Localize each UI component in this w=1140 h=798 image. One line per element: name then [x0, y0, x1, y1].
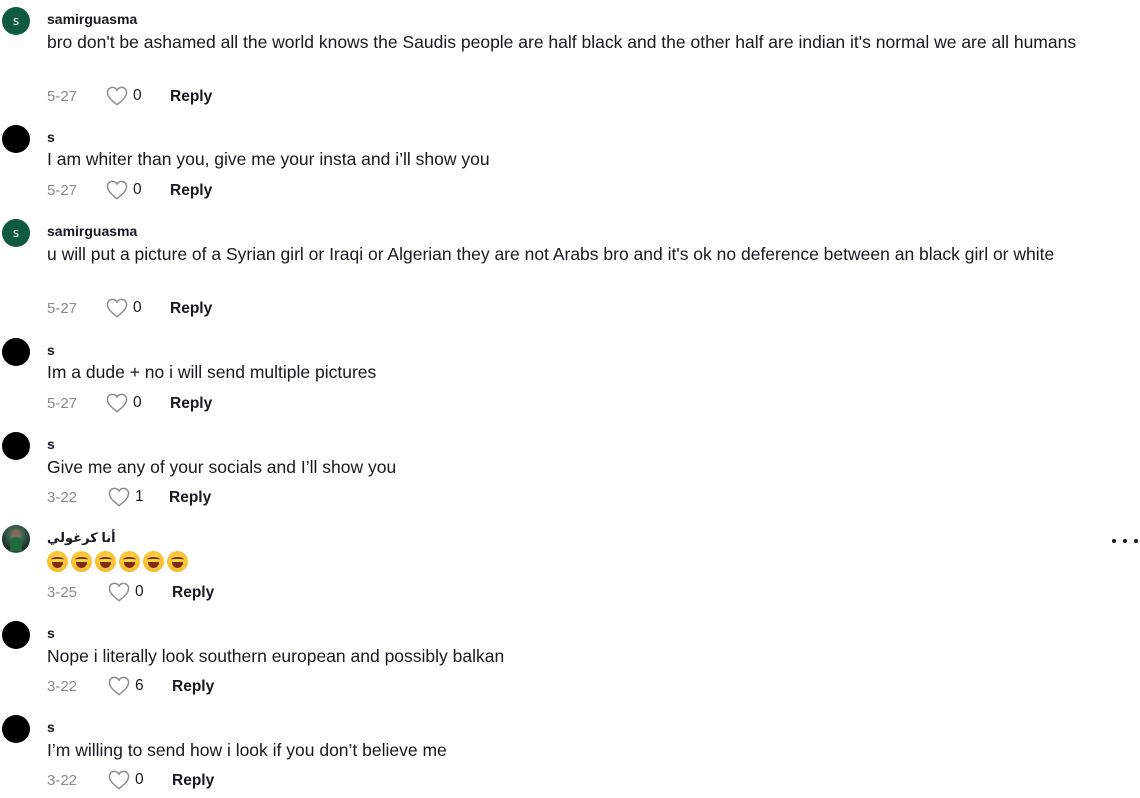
reply-button[interactable]: Reply: [170, 395, 212, 413]
avatar-photo-figure: [10, 537, 22, 551]
comment-username[interactable]: s: [47, 342, 55, 358]
like-count: 0: [133, 87, 142, 104]
rolling-on-floor-laughing-icon: [167, 551, 188, 572]
comment-date: 5-27: [47, 300, 78, 317]
comment-username[interactable]: أنا كرغولي: [47, 530, 116, 546]
comment-date: 3-22: [47, 489, 78, 506]
heart-outline-icon[interactable]: [106, 86, 128, 106]
reply-button[interactable]: Reply: [172, 772, 214, 790]
like-count: 1: [135, 488, 144, 505]
comment-date: 5-27: [47, 182, 78, 199]
comment-username[interactable]: samirguasma: [47, 223, 137, 239]
heart-outline-icon[interactable]: [108, 487, 130, 507]
heart-outline-icon[interactable]: [106, 180, 128, 200]
more-horizontal-icon[interactable]: [1112, 535, 1138, 547]
reply-button[interactable]: Reply: [169, 489, 211, 507]
avatar[interactable]: [2, 525, 30, 553]
comment-date: 3-22: [47, 772, 78, 789]
avatar[interactable]: s: [2, 7, 30, 35]
comment-date: 5-27: [47, 88, 78, 105]
comment-text: I am whiter than you, give me your insta…: [47, 149, 490, 169]
reply-button[interactable]: Reply: [170, 88, 212, 106]
comment-text: bro don't be ashamed all the world knows…: [47, 32, 1077, 52]
heart-outline-icon[interactable]: [106, 298, 128, 318]
rolling-on-floor-laughing-icon: [71, 551, 92, 572]
avatar[interactable]: s: [2, 219, 30, 247]
like-count: 0: [133, 394, 142, 411]
comment-date: 3-25: [47, 584, 78, 601]
comment-username[interactable]: s: [47, 129, 55, 145]
like-count: 0: [135, 583, 144, 600]
comment-emoji-row: [47, 551, 188, 572]
comment-username[interactable]: s: [47, 436, 55, 452]
avatar[interactable]: [2, 338, 30, 366]
rolling-on-floor-laughing-icon: [47, 551, 68, 572]
like-count: 0: [135, 771, 144, 788]
heart-outline-icon[interactable]: [108, 582, 130, 602]
like-count: 6: [135, 677, 144, 694]
heart-outline-icon[interactable]: [106, 393, 128, 413]
avatar[interactable]: [2, 715, 30, 743]
comment-text: Nope i literally look southern european …: [47, 646, 505, 666]
like-count: 0: [133, 299, 142, 316]
avatar[interactable]: [2, 621, 30, 649]
rolling-on-floor-laughing-icon: [143, 551, 164, 572]
comment-username[interactable]: s: [47, 719, 55, 735]
heart-outline-icon[interactable]: [108, 676, 130, 696]
comment-text: Give me any of your socials and I’ll sho…: [47, 457, 397, 477]
reply-button[interactable]: Reply: [170, 182, 212, 200]
reply-button[interactable]: Reply: [172, 584, 214, 602]
comment-date: 3-22: [47, 678, 78, 695]
comment-text: Im a dude + no i will send multiple pict…: [47, 362, 377, 382]
comment-text: u will put a picture of a Syrian girl or…: [47, 244, 1055, 264]
rolling-on-floor-laughing-icon: [119, 551, 140, 572]
comment-username[interactable]: s: [47, 625, 55, 641]
avatar[interactable]: [2, 125, 30, 153]
reply-button[interactable]: Reply: [170, 300, 212, 318]
reply-button[interactable]: Reply: [172, 678, 214, 696]
avatar[interactable]: [2, 432, 30, 460]
rolling-on-floor-laughing-icon: [95, 551, 116, 572]
comment-username[interactable]: samirguasma: [47, 11, 137, 27]
like-count: 0: [133, 181, 142, 198]
comment-text: I’m willing to send how i look if you do…: [47, 740, 447, 760]
comment-date: 5-27: [47, 395, 78, 412]
heart-outline-icon[interactable]: [108, 770, 130, 790]
